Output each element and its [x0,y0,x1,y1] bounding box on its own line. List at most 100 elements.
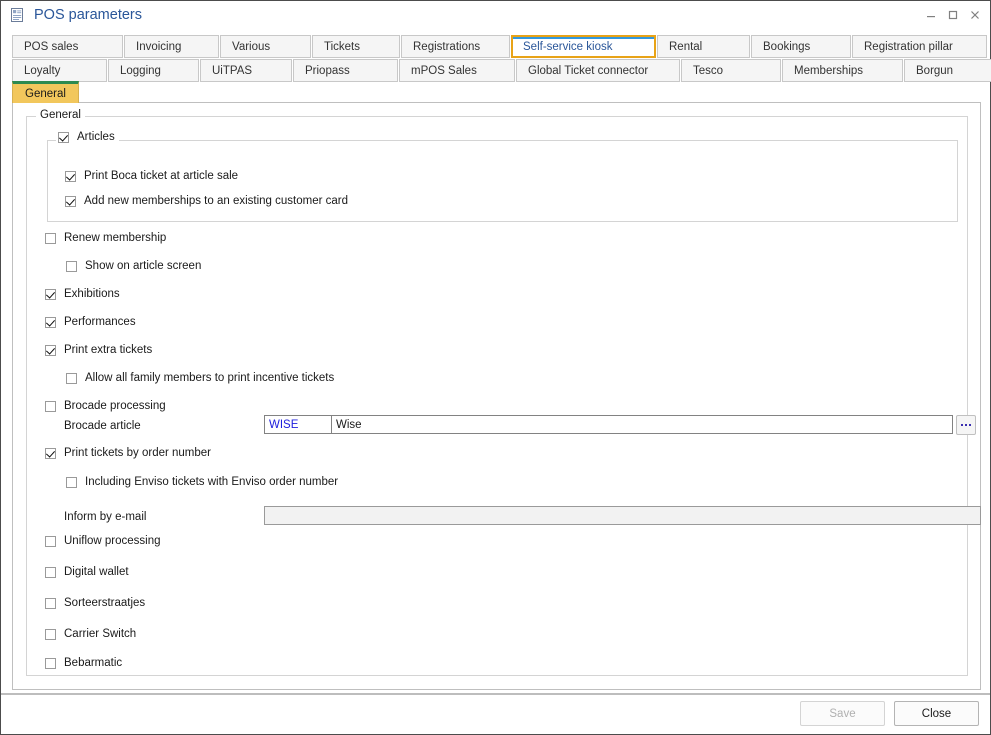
close-icon[interactable] [964,4,986,26]
inform-by-email-input[interactable] [264,506,981,525]
checkbox-including-enviso-tickets-label: Including Enviso tickets with Enviso ord… [85,477,338,489]
brocade-article-browse-button[interactable] [956,415,976,435]
tab-borgun[interactable]: Borgun [904,59,991,82]
tab-memberships[interactable]: Memberships [782,59,903,82]
checkbox-renew-membership[interactable] [45,233,56,244]
group-general-title: General [36,109,85,121]
pos-parameters-window: POS parameters POS sales Invoicing Vario… [0,0,991,735]
checkbox-sorteerstraatjes[interactable] [45,598,56,609]
subtab-label: General [25,88,66,100]
tab-label: Registration pillar [864,41,953,53]
tab-label: Registrations [413,41,480,53]
tab-label: Bookings [763,41,810,53]
checkbox-row-carrier-switch[interactable]: Carrier Switch [45,629,136,641]
checkbox-row-including-enviso-tickets[interactable]: Including Enviso tickets with Enviso ord… [66,477,338,489]
tab-label: Borgun [916,65,953,77]
checkbox-allow-family-members-label: Allow all family members to print incent… [85,373,334,385]
checkbox-row-print-extra-tickets[interactable]: Print extra tickets [45,345,152,357]
checkbox-print-boca-ticket-label: Print Boca ticket at article sale [84,171,238,183]
checkbox-show-on-article-screen[interactable] [66,261,77,272]
inform-by-email-label: Inform by e-mail [64,511,146,523]
window-controls [920,1,986,28]
subtab-general[interactable]: General [12,81,79,103]
checkbox-row-sorteerstraatjes[interactable]: Sorteerstraatjes [45,598,145,610]
checkbox-print-boca-ticket[interactable] [65,171,76,182]
tab-label: mPOS Sales [411,65,477,77]
tab-label: Rental [669,41,702,53]
checkbox-row-print-boca-ticket[interactable]: Print Boca ticket at article sale [65,171,238,183]
checkbox-row-renew-membership[interactable]: Renew membership [45,233,166,245]
checkbox-row-add-new-memberships[interactable]: Add new memberships to an existing custo… [65,196,348,208]
checkbox-row-exhibitions[interactable]: Exhibitions [45,289,120,301]
close-button[interactable]: Close [894,701,979,726]
checkbox-carrier-switch[interactable] [45,629,56,640]
tab-priopass[interactable]: Priopass [293,59,398,82]
checkbox-row-uniflow-processing[interactable]: Uniflow processing [45,536,161,548]
tab-various[interactable]: Various [220,35,311,58]
checkbox-allow-family-members[interactable] [66,373,77,384]
tab-strip-row-2: Loyalty Logging UiTPAS Priopass mPOS Sal… [12,59,991,82]
maximize-icon[interactable] [942,4,964,26]
tab-rental[interactable]: Rental [657,35,750,58]
tab-label: Tickets [324,41,360,53]
tab-tesco[interactable]: Tesco [681,59,781,82]
tab-bookings[interactable]: Bookings [751,35,851,58]
tab-registrations[interactable]: Registrations [401,35,510,58]
checkbox-exhibitions-label: Exhibitions [64,289,120,301]
checkbox-brocade-processing-label: Brocade processing [64,401,166,413]
checkbox-row-performances[interactable]: Performances [45,317,136,329]
checkbox-row-bebarmatic[interactable]: Bebarmatic [45,658,122,670]
tab-mpos-sales[interactable]: mPOS Sales [399,59,515,82]
checkbox-print-extra-tickets-label: Print extra tickets [64,345,152,357]
tab-label: Tesco [693,65,723,77]
tab-tickets[interactable]: Tickets [312,35,400,58]
group-articles-header[interactable]: Articles [56,132,119,144]
checkbox-bebarmatic[interactable] [45,658,56,669]
tab-label: Global Ticket connector [528,65,648,77]
tab-uitpas[interactable]: UiTPAS [200,59,292,82]
tab-strip-row-1: POS sales Invoicing Various Tickets Regi… [12,35,988,58]
checkbox-articles[interactable] [58,132,69,143]
checkbox-row-brocade-processing[interactable]: Brocade processing [45,401,166,413]
tab-label: Various [232,41,270,53]
checkbox-bebarmatic-label: Bebarmatic [64,658,122,670]
checkbox-row-allow-family-members[interactable]: Allow all family members to print incent… [66,373,334,385]
checkbox-uniflow-processing[interactable] [45,536,56,547]
checkbox-add-new-memberships[interactable] [65,196,76,207]
tab-label: UiTPAS [212,65,252,77]
tab-loyalty[interactable]: Loyalty [12,59,107,82]
tab-invoicing[interactable]: Invoicing [124,35,219,58]
tab-global-ticket-connector[interactable]: Global Ticket connector [516,59,680,82]
brocade-article-code-input[interactable] [264,415,333,434]
save-button[interactable]: Save [800,701,885,726]
checkbox-performances[interactable] [45,317,56,328]
checkbox-carrier-switch-label: Carrier Switch [64,629,136,641]
checkbox-digital-wallet[interactable] [45,567,56,578]
checkbox-including-enviso-tickets[interactable] [66,477,77,488]
checkbox-exhibitions[interactable] [45,289,56,300]
checkbox-brocade-processing[interactable] [45,401,56,412]
save-button-label: Save [829,708,855,720]
checkbox-print-extra-tickets[interactable] [45,345,56,356]
brocade-article-name-input[interactable] [331,415,953,434]
tab-label: Logging [120,65,161,77]
checkbox-row-show-on-article-screen[interactable]: Show on article screen [66,261,201,273]
brocade-article-label: Brocade article [64,420,141,432]
checkbox-renew-membership-label: Renew membership [64,233,166,245]
window-title: POS parameters [34,7,142,23]
checkbox-row-print-tickets-by-order-number[interactable]: Print tickets by order number [45,448,211,460]
tab-label: POS sales [24,41,78,53]
tab-registration-pillar[interactable]: Registration pillar [852,35,987,58]
minimize-icon[interactable] [920,4,942,26]
checkbox-row-digital-wallet[interactable]: Digital wallet [45,567,129,579]
tab-label: Invoicing [136,41,181,53]
checkbox-articles-label: Articles [77,132,115,144]
tab-pos-sales[interactable]: POS sales [12,35,123,58]
tab-label: Priopass [305,65,350,77]
document-list-icon [9,7,25,23]
tab-self-service-kiosk[interactable]: Self-service kiosk [511,35,656,58]
checkbox-print-tickets-by-order-number[interactable] [45,448,56,459]
tab-label: Memberships [794,65,863,77]
tab-logging[interactable]: Logging [108,59,199,82]
checkbox-uniflow-processing-label: Uniflow processing [64,536,161,548]
